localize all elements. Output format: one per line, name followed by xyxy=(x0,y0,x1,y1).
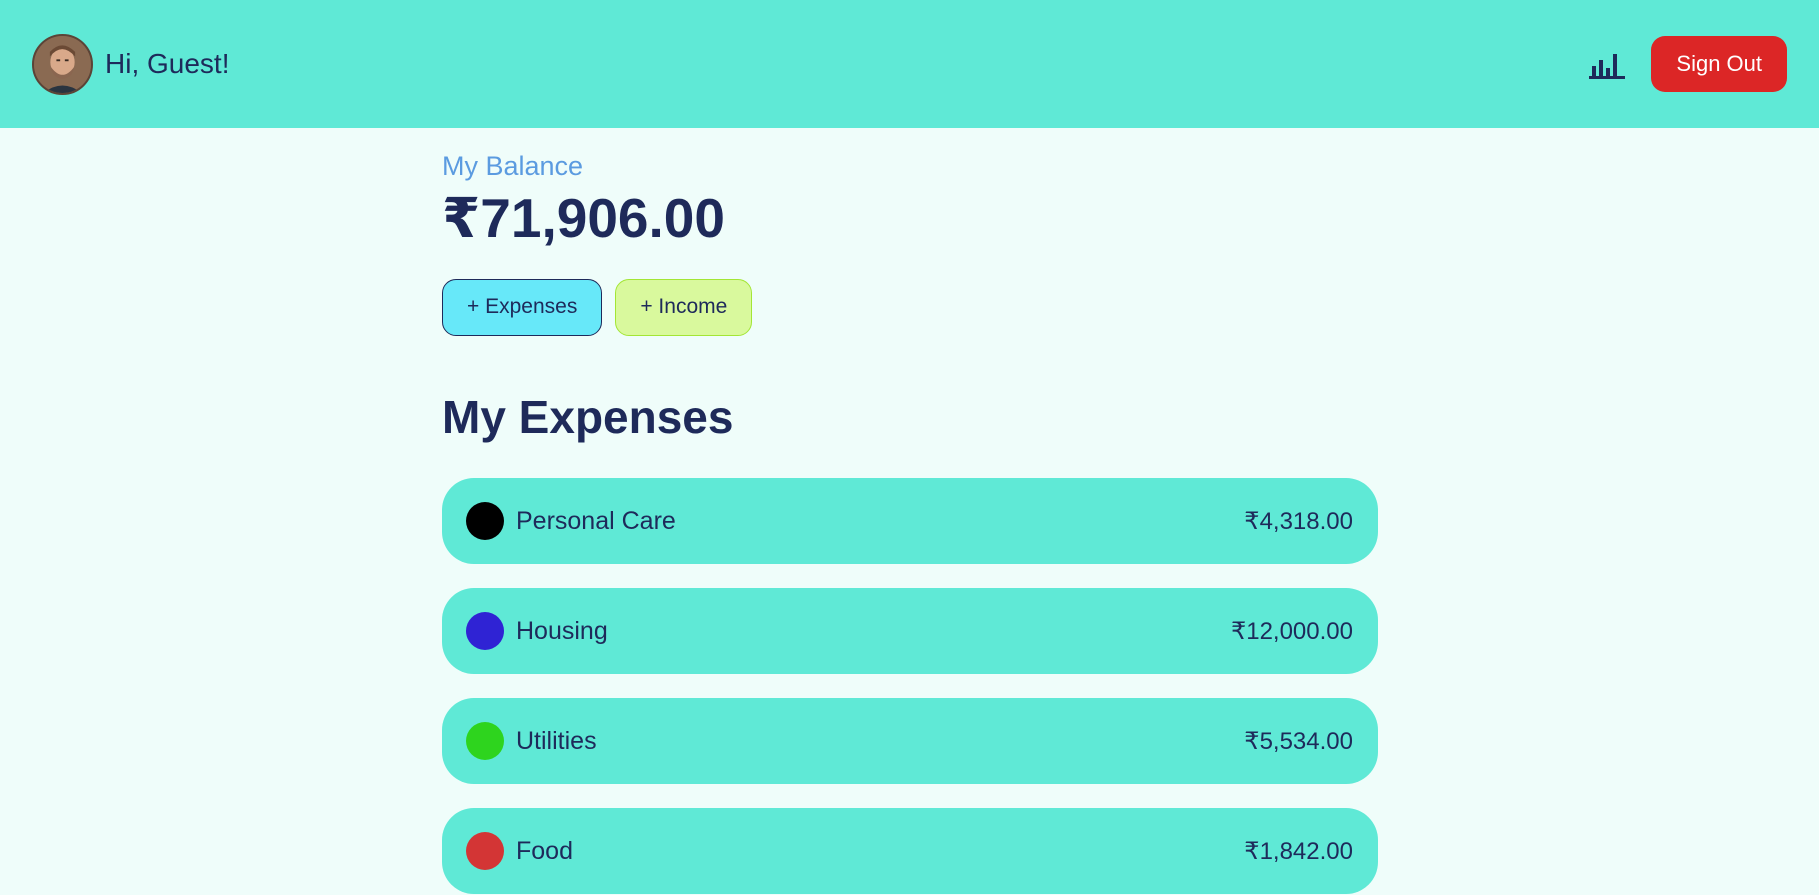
user-avatar-icon xyxy=(34,35,91,93)
expense-category-name: Food xyxy=(516,836,573,865)
balance-label: My Balance xyxy=(442,151,584,181)
expense-category-name: Housing xyxy=(516,616,608,645)
expense-category-name: Personal Care xyxy=(516,506,676,535)
user-greeting-area: Hi, Guest! xyxy=(32,33,230,95)
expense-item-left: Housing xyxy=(466,612,608,651)
expense-item-utilities[interactable]: Utilities ₹5,534.00 xyxy=(442,698,1378,785)
expenses-section-title: My Expenses xyxy=(442,390,734,443)
expense-category-name: Utilities xyxy=(516,726,597,755)
expense-item-left: Food xyxy=(466,832,573,871)
expense-item-housing[interactable]: Housing ₹12,000.00 xyxy=(442,588,1378,675)
category-color-dot xyxy=(466,502,504,541)
app-root: Hi, Guest! Sign Out My Balance ₹71,906.0… xyxy=(0,0,1819,895)
category-color-dot xyxy=(466,722,504,761)
header-actions: Sign Out xyxy=(1587,36,1787,92)
expense-amount: ₹1,842.00 xyxy=(1244,837,1353,865)
avatar[interactable] xyxy=(32,33,93,95)
top-header: Hi, Guest! Sign Out xyxy=(0,0,1819,128)
balance-value: ₹71,906.00 xyxy=(442,187,725,250)
expense-item-personal-care[interactable]: Personal Care ₹4,318.00 xyxy=(442,478,1378,565)
expense-item-left: Personal Care xyxy=(466,502,676,541)
expense-list: Personal Care ₹4,318.00 Housing ₹12,000.… xyxy=(442,478,1378,895)
expense-item-left: Utilities xyxy=(466,722,597,761)
main-content: My Balance ₹71,906.00 + Expenses + Incom… xyxy=(442,128,1378,895)
category-color-dot xyxy=(466,612,504,651)
bar-chart-icon xyxy=(1589,54,1626,79)
expense-amount: ₹12,000.00 xyxy=(1230,617,1353,645)
expense-item-food[interactable]: Food ₹1,842.00 xyxy=(442,808,1378,895)
category-color-dot xyxy=(466,832,504,871)
add-expenses-button[interactable]: + Expenses xyxy=(442,278,603,336)
greeting-text: Hi, Guest! xyxy=(105,48,230,79)
add-income-button[interactable]: + Income xyxy=(615,278,753,336)
expense-amount: ₹4,318.00 xyxy=(1244,507,1353,535)
transaction-actions: + Expenses + Income xyxy=(442,278,1378,336)
statistics-button[interactable] xyxy=(1587,44,1627,84)
expense-amount: ₹5,534.00 xyxy=(1244,727,1353,755)
sign-out-button[interactable]: Sign Out xyxy=(1651,36,1787,92)
